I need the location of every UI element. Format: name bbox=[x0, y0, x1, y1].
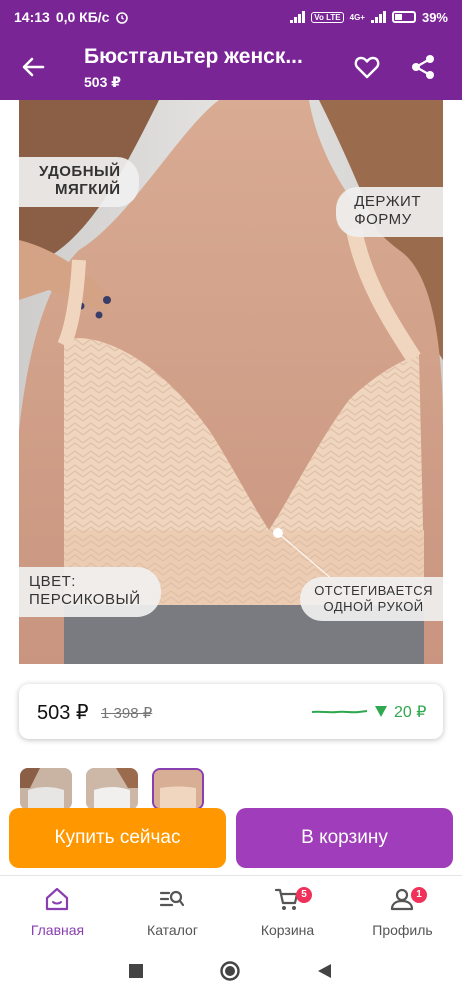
price-drop: 20 ₽ bbox=[394, 704, 427, 721]
page-title: Бюстгальтер женск... bbox=[84, 45, 303, 68]
price-down-arrow-icon bbox=[375, 706, 387, 717]
system-nav-bar bbox=[0, 946, 462, 1000]
signal-icon bbox=[290, 11, 306, 23]
profile-badge: 1 bbox=[411, 887, 427, 903]
tag-comfort: УДОБНЫЙ МЯГКИЙ bbox=[19, 157, 139, 207]
nav-item-profile[interactable]: 1 Профиль bbox=[345, 876, 460, 946]
tag-one-hand: ОТСТЕГИВАЕТСЯ ОДНОЙ РУКОЙ bbox=[300, 577, 443, 621]
buy-now-button[interactable]: Купить сейчас bbox=[9, 808, 226, 868]
cart-badge: 5 bbox=[296, 887, 312, 903]
nav-label-catalog: Каталог bbox=[147, 922, 198, 938]
battery-level: 39% bbox=[421, 9, 448, 25]
share-icon[interactable] bbox=[408, 52, 438, 82]
clock: 14:13 bbox=[14, 9, 50, 25]
thumbnail-2[interactable] bbox=[86, 768, 138, 810]
nav-item-cart[interactable]: 5 Корзина bbox=[230, 876, 345, 946]
volte-badge: Vo LTE bbox=[311, 11, 344, 23]
nav-label-home: Главная bbox=[30, 922, 85, 938]
nav-item-catalog[interactable]: Каталог bbox=[115, 876, 230, 946]
back-triangle-icon[interactable] bbox=[316, 963, 332, 979]
signal-icon-2 bbox=[370, 11, 386, 23]
nav-item-home[interactable]: Главная bbox=[0, 876, 115, 946]
tag-color: ЦВЕТ: ПЕРСИКОВЫЙ bbox=[19, 567, 161, 617]
nav-label-cart: Корзина bbox=[260, 922, 315, 938]
nav-label-profile: Профиль bbox=[372, 922, 433, 938]
product-image[interactable]: УДОБНЫЙ МЯГКИЙ ДЕРЖИТ ФОРМУ ЦВЕТ: ПЕРСИК… bbox=[19, 100, 443, 664]
home-circle-icon[interactable] bbox=[220, 961, 240, 981]
app-bar: Бюстгальтер женск... 503 ₽ bbox=[0, 34, 462, 100]
data-speed: 0,0 КБ/с bbox=[55, 9, 110, 25]
tag-color-text: ЦВЕТ: ПЕРСИКОВЫЙ bbox=[29, 573, 141, 608]
tag-comfort-text: УДОБНЫЙ МЯГКИЙ bbox=[39, 163, 121, 198]
header-price: 503 ₽ bbox=[84, 74, 121, 90]
tag-one-hand-text: ОТСТЕГИВАЕТСЯ ОДНОЙ РУКОЙ bbox=[314, 583, 433, 614]
catalog-search-icon bbox=[159, 890, 185, 907]
tag-shape-text: ДЕРЖИТ ФОРМУ bbox=[354, 193, 421, 228]
back-arrow-icon[interactable] bbox=[18, 52, 48, 82]
battery-icon bbox=[391, 11, 416, 23]
home-icon bbox=[45, 887, 69, 911]
old-price: 1 398 ₽ bbox=[101, 705, 153, 722]
tag-shape: ДЕРЖИТ ФОРМУ bbox=[336, 187, 443, 237]
network-type: 4G+ bbox=[349, 12, 365, 22]
current-price: 503 ₽ bbox=[37, 702, 89, 724]
status-bar: 14:13 0,0 КБ/с Vo LTE 4G+ 39% bbox=[0, 0, 462, 34]
price-card[interactable]: 503 ₽ 1 398 ₽ 20 ₽ bbox=[19, 684, 443, 739]
heart-icon[interactable] bbox=[352, 52, 382, 82]
thumbnail-3-selected[interactable] bbox=[152, 768, 204, 810]
add-to-cart-button[interactable]: В корзину bbox=[236, 808, 453, 868]
thumbnail-1[interactable] bbox=[20, 768, 72, 810]
price-history-sparkline-icon bbox=[311, 710, 368, 714]
alarm-icon bbox=[116, 12, 129, 24]
recents-square-icon[interactable] bbox=[128, 963, 144, 979]
bottom-nav: Главная Каталог 5 Корзина 1 Профиль bbox=[0, 875, 462, 945]
